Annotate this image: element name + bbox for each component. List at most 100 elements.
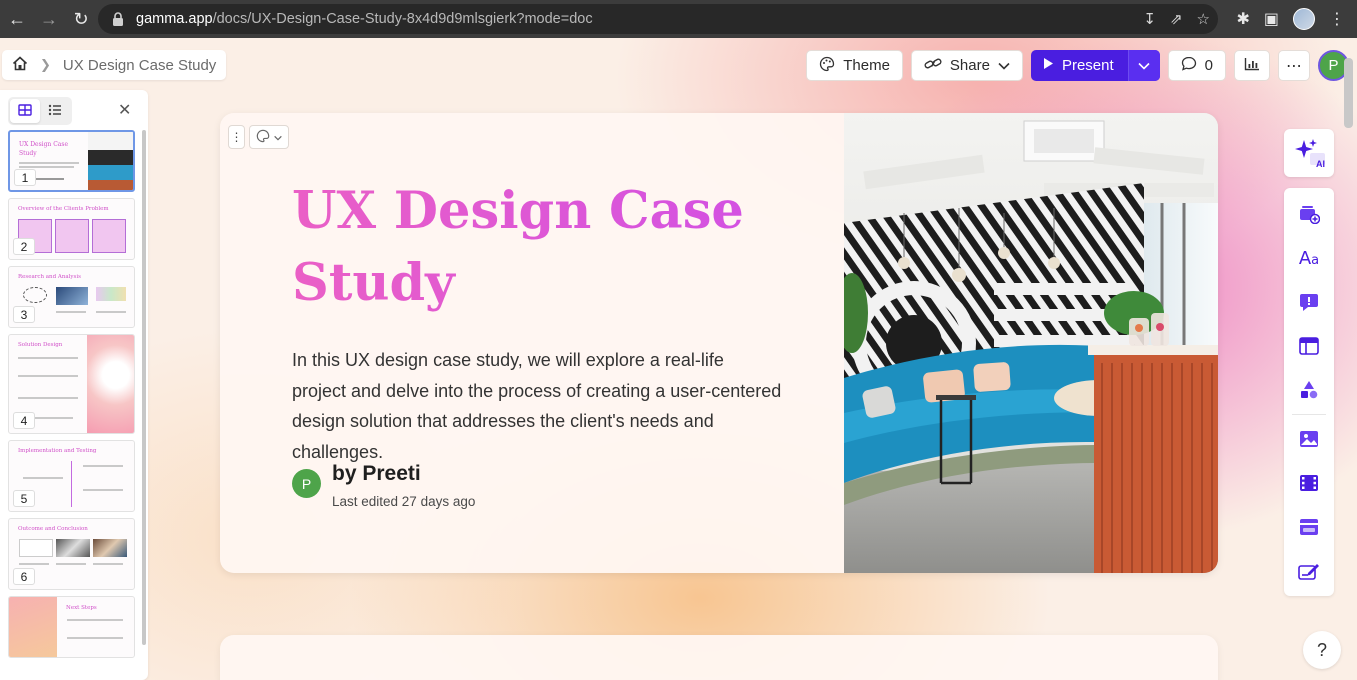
comment-icon [1181,56,1197,75]
top-toolbar: Theme Share Present 0 ⋯ P [806,50,1357,81]
callout-icon[interactable] [1297,290,1321,314]
thumbnail-title: Overview of the Clients Problem [18,206,109,212]
ai-badge: AI [1316,159,1325,169]
slide-number: 1 [14,169,36,186]
shapes-icon[interactable] [1297,378,1321,402]
slide-card-1: ⋮ UX Design Case Study In this UX design… [220,113,1218,573]
theme-button[interactable]: Theme [806,50,903,81]
slide-number: 3 [13,306,35,323]
bar-chart-icon [1244,57,1260,75]
thumbnail-list: UX Design Case Study 1 Overview of the C… [8,130,135,664]
thumbnail-title: Outcome and Conclusion [18,526,88,532]
card-tools: ⋮ [228,125,289,149]
present-options-button[interactable] [1127,50,1160,81]
slide-thumbnail-3[interactable]: Research and Analysis 3 [8,266,135,328]
thumbnail-photo [88,132,133,190]
comment-count: 0 [1204,57,1213,74]
slide-number: 6 [13,568,35,585]
forward-icon[interactable]: → [34,4,64,34]
thumbnail-title: Next Steps [66,605,97,611]
analytics-button[interactable] [1234,50,1270,81]
slide-thumbnail-2[interactable]: Overview of the Clients Problem 2 [8,198,135,260]
home-icon[interactable] [12,55,28,75]
slide-thumbnail-1[interactable]: UX Design Case Study 1 [8,130,135,192]
share-button[interactable]: Share [910,50,1023,81]
panel-scrollbar[interactable] [142,130,146,645]
reload-icon[interactable]: ↻ [66,4,96,34]
install-icon[interactable]: ↧ [1143,10,1156,28]
slide-thumbnail-6[interactable]: Outcome and Conclusion 6 [8,518,135,590]
slide-thumbnail-5[interactable]: Implementation and Testing 5 [8,440,135,512]
add-card-icon[interactable] [1297,202,1321,226]
last-edited: Last edited 27 days ago [332,494,476,509]
star-icon[interactable]: ☆ [1197,10,1210,28]
more-vertical-icon: ⋮ [230,130,243,144]
slide-thumbnail-7[interactable]: Next Steps [8,596,135,658]
video-icon[interactable] [1297,471,1321,495]
url-host: gamma.app [136,11,213,27]
extensions-icon[interactable]: ✱ [1236,9,1249,29]
chevron-right-icon: ❯ [40,57,51,72]
thumbnail-photo [87,335,134,433]
layout-icon[interactable] [1297,334,1321,358]
address-bar[interactable]: gamma.app/docs/UX-Design-Case-Study-8x4d… [98,4,1218,34]
insert-toolbar: Aa [1284,188,1334,596]
card-menu-button[interactable]: ⋮ [228,125,245,149]
slides-panel: ✕ UX Design Case Study 1 Overview of the… [0,90,148,680]
link-icon [924,57,942,75]
share-page-icon[interactable]: ⇗ [1170,10,1183,28]
form-icon[interactable] [1297,559,1321,583]
list-view-icon [48,104,62,119]
text-style-icon[interactable]: Aa [1297,246,1321,270]
palette-icon [819,56,835,76]
close-icon[interactable]: ✕ [118,100,131,120]
gamma-app: ❯ UX Design Case Study Theme Share Prese… [0,38,1357,680]
slide-image[interactable] [844,113,1218,573]
thumbnail-title: UX Design Case Study [19,141,69,157]
present-button[interactable]: Present [1031,50,1128,81]
breadcrumb-doc-title[interactable]: UX Design Case Study [63,57,216,74]
card-style-button[interactable] [249,125,289,149]
more-options-button[interactable]: ⋯ [1278,50,1310,81]
slide-title[interactable]: UX Design Case Study [292,175,812,319]
author-name[interactable]: by Preeti [332,462,421,486]
browser-profile-avatar[interactable] [1293,8,1315,30]
chevron-down-icon [1138,57,1150,74]
browser-chrome: ← → ↻ gamma.app/docs/UX-Design-Case-Stud… [0,0,1357,38]
embed-icon[interactable] [1297,515,1321,539]
play-icon [1043,57,1054,74]
chevron-down-icon [998,57,1010,74]
slide-number: 5 [13,490,35,507]
present-label: Present [1061,57,1114,74]
thumbnail-title: Research and Analysis [18,274,81,280]
url-path: /docs/UX-Design-Case-Study-8x4d9d9mlsgie… [212,11,593,27]
slide-number: 2 [13,238,35,255]
grid-view-icon [18,103,32,119]
outline-view-tab[interactable] [40,99,70,123]
more-horizontal-icon: ⋯ [1286,57,1302,75]
thumbnail-photo [9,597,57,657]
page-scrollbar[interactable] [1344,58,1353,128]
image-icon[interactable] [1297,427,1321,451]
comments-button[interactable]: 0 [1167,50,1226,81]
palette-icon [256,129,270,146]
slide-thumbnail-4[interactable]: Solution Design 4 [8,334,135,434]
lock-icon [112,12,124,26]
slide-description[interactable]: In this UX design case study, we will ex… [292,345,782,467]
thumbnail-title: Implementation and Testing [18,448,97,454]
side-panel-icon[interactable]: ▣ [1264,9,1279,29]
browser-menu-icon[interactable]: ⋮ [1329,9,1345,29]
back-icon[interactable]: ← [2,4,32,34]
ai-assist-button[interactable]: AI [1284,129,1334,177]
chevron-down-icon [274,130,282,144]
slide-card-2 [220,635,1218,680]
breadcrumb: ❯ UX Design Case Study [2,50,226,80]
present-button-group: Present [1030,50,1160,81]
card-view-tab[interactable] [10,99,40,123]
share-label: Share [949,57,990,74]
slide-number: 4 [13,412,35,429]
theme-label: Theme [843,57,890,74]
panel-view-toggle [8,97,72,125]
author-avatar: P [292,469,321,498]
help-button[interactable]: ? [1303,631,1341,669]
